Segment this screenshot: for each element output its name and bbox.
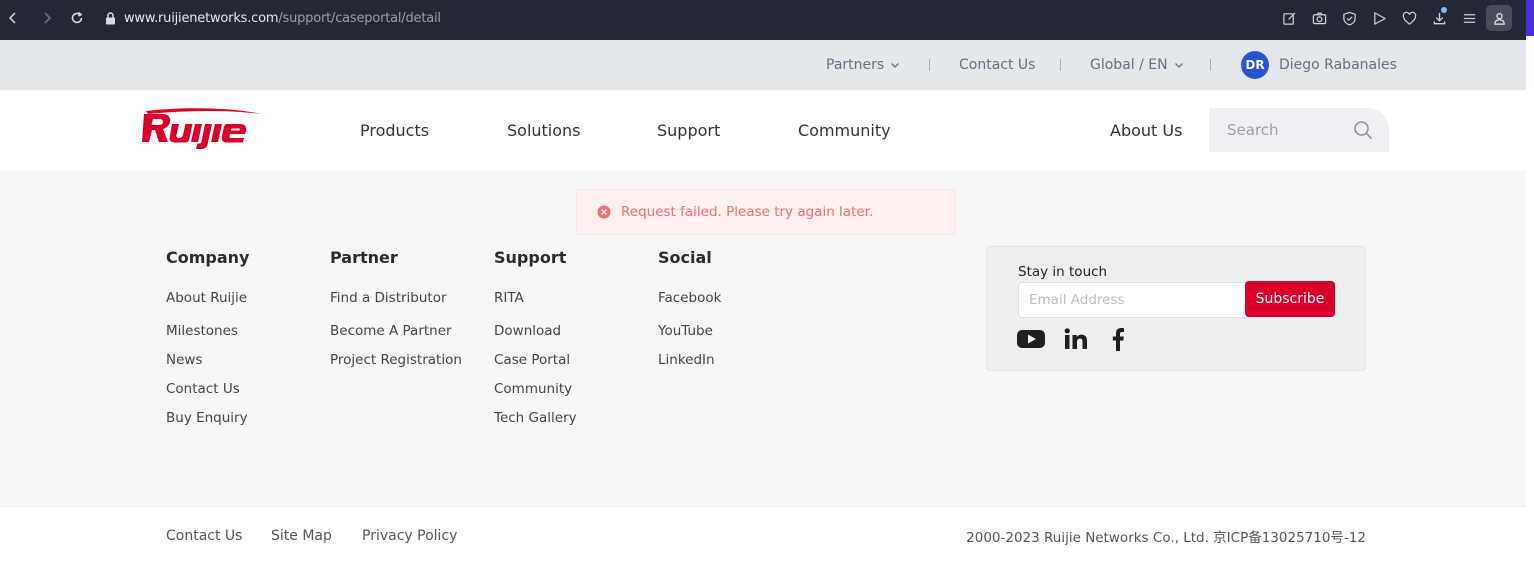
back-button[interactable] xyxy=(0,5,26,31)
menu-icon[interactable] xyxy=(1456,5,1482,31)
browser-toolbar: www.ruijienetworks.com/support/caseporta… xyxy=(0,0,1534,36)
linkedin-icon[interactable] xyxy=(1063,327,1089,351)
search-placeholder: Search xyxy=(1227,121,1279,139)
profile-icon[interactable] xyxy=(1486,5,1512,31)
facebook-icon[interactable] xyxy=(1110,327,1126,351)
lock-icon[interactable] xyxy=(102,10,118,26)
send-icon[interactable] xyxy=(1366,5,1392,31)
avatar: DR xyxy=(1241,51,1269,79)
partners-dropdown[interactable]: Partners xyxy=(826,40,900,90)
email-field[interactable]: Email Address xyxy=(1018,282,1250,318)
link-buy-enquiry[interactable]: Buy Enquiry xyxy=(166,404,249,433)
divider xyxy=(929,59,930,71)
bottom-link-privacy-policy[interactable]: Privacy Policy xyxy=(362,507,457,564)
divider xyxy=(1210,59,1211,71)
user-menu[interactable]: DR Diego Rabanales xyxy=(1241,40,1397,90)
divider xyxy=(1060,59,1061,71)
forward-button[interactable] xyxy=(34,5,60,31)
user-name: Diego Rabanales xyxy=(1279,57,1397,73)
youtube-icon[interactable] xyxy=(1017,327,1045,351)
nav-support[interactable]: Support xyxy=(657,90,720,170)
utility-bar: Partners Contact Us Global / EN DR Diego… xyxy=(0,40,1526,90)
link-facebook[interactable]: Facebook xyxy=(658,288,721,308)
sidebar-edge xyxy=(1526,0,1534,36)
heart-icon[interactable] xyxy=(1396,5,1422,31)
shield-icon[interactable] xyxy=(1336,5,1362,31)
nav-products[interactable]: Products xyxy=(360,90,429,170)
footer-main: Request failed. Please try again later. … xyxy=(0,170,1526,506)
download-badge xyxy=(1441,7,1447,13)
column-title: Partner xyxy=(330,248,398,267)
language-label: Global / EN xyxy=(1090,57,1168,73)
bottom-link-contact-us[interactable]: Contact Us xyxy=(166,507,242,564)
link-about-ruijie[interactable]: About Ruijie xyxy=(166,288,249,308)
link-become-partner[interactable]: Become A Partner xyxy=(330,317,462,346)
partners-label: Partners xyxy=(826,57,885,73)
main-header: Products Solutions Support Community Abo… xyxy=(0,90,1526,170)
column-title: Company xyxy=(166,248,250,267)
link-linkedin[interactable]: LinkedIn xyxy=(658,346,721,375)
footer-column-support: Support RITA Download Case Portal Commun… xyxy=(494,248,577,433)
camera-icon[interactable] xyxy=(1306,5,1332,31)
nav-community[interactable]: Community xyxy=(798,90,891,170)
url-host: www.ruijienetworks.com xyxy=(124,10,279,26)
search-input[interactable]: Search xyxy=(1209,108,1389,152)
copyright-text: 2000-2023 Ruijie Networks Co., Ltd. 京ICP… xyxy=(966,530,1366,546)
contact-label: Contact Us xyxy=(959,57,1036,73)
footer-column-partner: Partner Find a Distributor Become A Part… xyxy=(330,248,462,375)
link-tech-gallery[interactable]: Tech Gallery xyxy=(494,404,577,433)
column-title: Support xyxy=(494,248,567,267)
error-icon xyxy=(597,205,611,219)
link-project-registration[interactable]: Project Registration xyxy=(330,346,462,375)
link-find-distributor[interactable]: Find a Distributor xyxy=(330,288,462,308)
language-dropdown[interactable]: Global / EN xyxy=(1090,40,1184,90)
error-toast: Request failed. Please try again later. xyxy=(576,189,956,235)
url-path: /support/caseportal/detail xyxy=(278,10,441,26)
link-case-portal[interactable]: Case Portal xyxy=(494,346,577,375)
link-contact-us[interactable]: Contact Us xyxy=(166,375,249,404)
reload-button[interactable] xyxy=(64,5,90,31)
contact-us-link[interactable]: Contact Us xyxy=(959,40,1035,90)
footer-column-social: Social Facebook YouTube LinkedIn xyxy=(658,248,721,375)
footer-column-company: Company About Ruijie Milestones News Con… xyxy=(166,248,249,433)
link-news[interactable]: News xyxy=(166,346,249,375)
search-icon[interactable] xyxy=(1353,120,1373,140)
footer-bottom: Contact Us Site Map Privacy Policy 2000-… xyxy=(0,506,1526,564)
nav-about-us[interactable]: About Us xyxy=(1110,90,1182,170)
download-icon[interactable] xyxy=(1426,5,1452,31)
bottom-link-site-map[interactable]: Site Map xyxy=(271,507,332,564)
edit-icon[interactable] xyxy=(1276,5,1302,31)
link-youtube[interactable]: YouTube xyxy=(658,317,721,346)
chevron-down-icon xyxy=(891,63,900,68)
error-message: Request failed. Please try again later. xyxy=(621,204,874,220)
subscribe-heading: Stay in touch xyxy=(1018,264,1108,280)
subscribe-card: Stay in touch Email Address Subscribe xyxy=(986,246,1366,371)
link-milestones[interactable]: Milestones xyxy=(166,317,249,346)
chevron-down-icon xyxy=(1174,63,1183,68)
link-download[interactable]: Download xyxy=(494,317,577,346)
link-community[interactable]: Community xyxy=(494,375,577,404)
link-rita[interactable]: RITA xyxy=(494,288,577,308)
ruijie-logo[interactable] xyxy=(142,108,264,150)
nav-solutions[interactable]: Solutions xyxy=(507,90,581,170)
scrollbar[interactable] xyxy=(1526,36,1534,564)
subscribe-button[interactable]: Subscribe xyxy=(1245,281,1335,317)
column-title: Social xyxy=(658,248,712,267)
address-bar[interactable]: www.ruijienetworks.com/support/caseporta… xyxy=(124,11,441,26)
